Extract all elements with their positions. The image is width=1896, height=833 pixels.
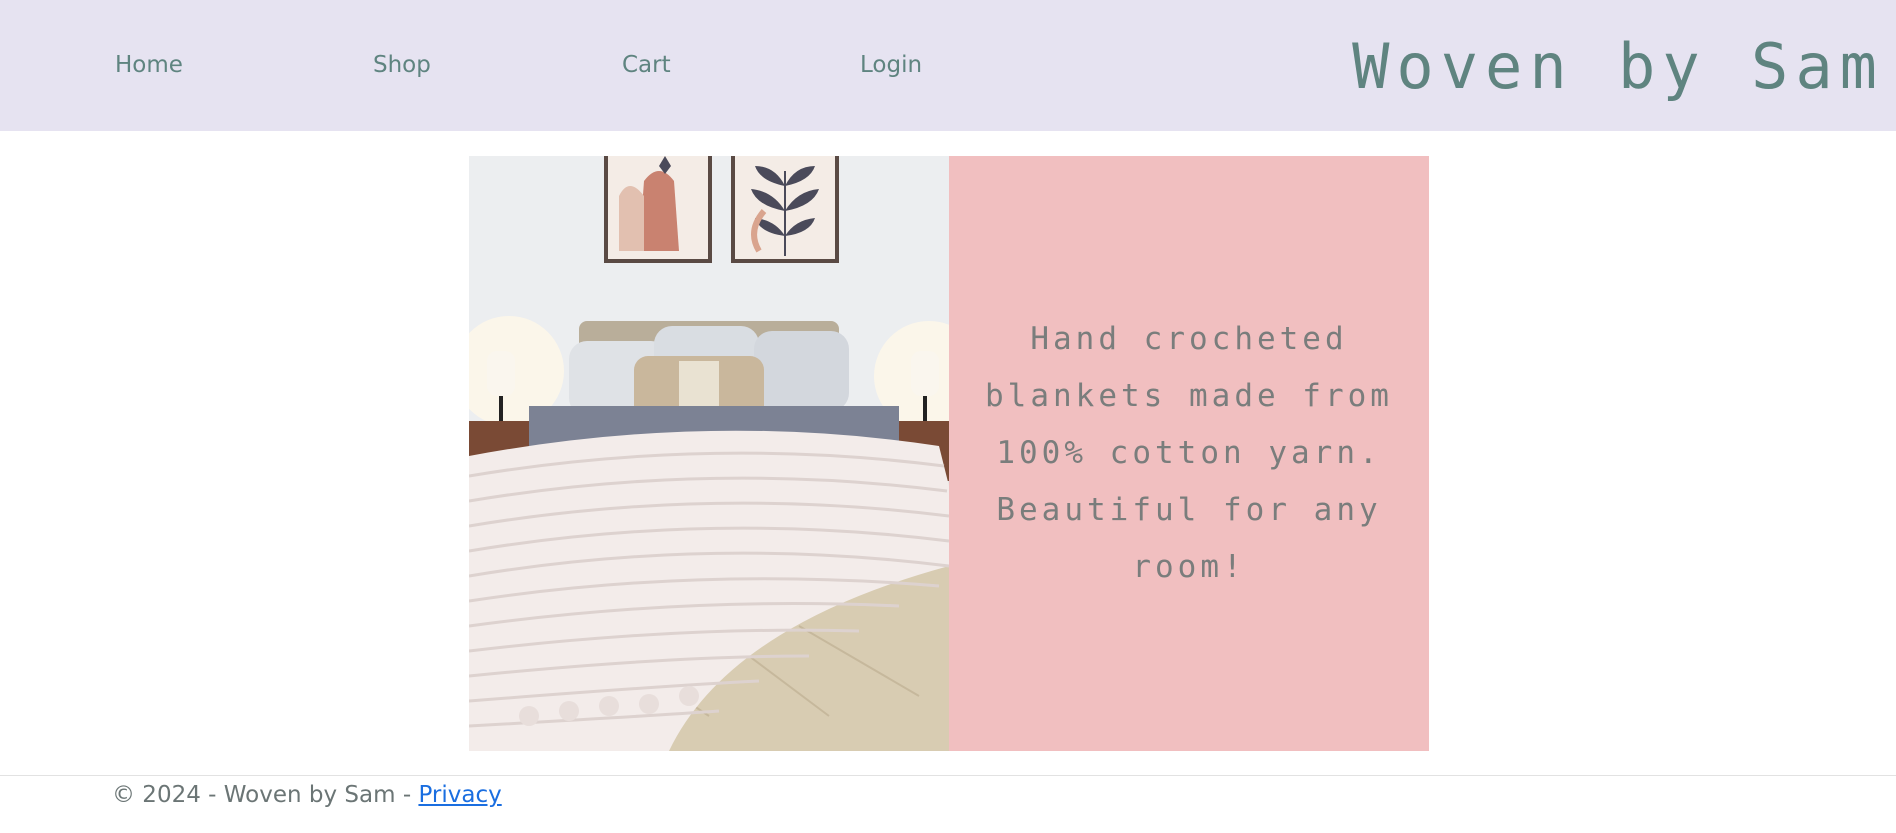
brand-title: Woven by Sam — [1352, 30, 1884, 103]
tagline-panel: Hand crocheted blankets made from 100% c… — [949, 156, 1429, 751]
footer-divider — [0, 775, 1896, 776]
nav-link-login[interactable]: Login — [860, 52, 922, 78]
hero-photo — [469, 156, 949, 751]
privacy-link[interactable]: Privacy — [418, 782, 501, 808]
site-footer: © 2024 - Woven by Sam - Privacy — [112, 782, 502, 808]
nav-link-home[interactable]: Home — [115, 52, 183, 78]
copyright-text: © 2024 - Woven by Sam - — [112, 782, 419, 808]
nav-link-shop[interactable]: Shop — [373, 52, 431, 78]
hero-section: Hand crocheted blankets made from 100% c… — [469, 156, 1429, 751]
nav-link-cart[interactable]: Cart — [622, 52, 671, 78]
site-header: Home Shop Cart Login Woven by Sam — [0, 0, 1896, 131]
bedroom-illustration — [469, 156, 949, 751]
hero-tagline: Hand crocheted blankets made from 100% c… — [985, 321, 1393, 585]
